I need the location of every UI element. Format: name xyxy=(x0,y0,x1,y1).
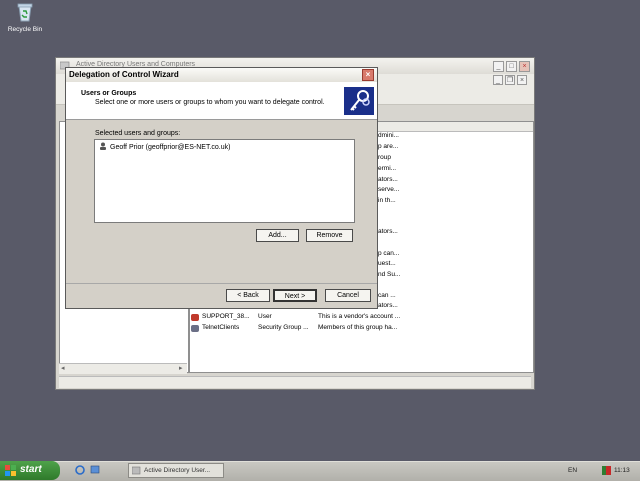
system-tray: EN 11:13 xyxy=(560,462,640,480)
list-fragment: uest... xyxy=(378,260,396,267)
recycle-bin[interactable]: Recycle Bin xyxy=(5,2,45,33)
scroll-left-icon[interactable]: ◂ xyxy=(61,364,65,372)
user-icon xyxy=(99,142,107,150)
windows-logo-icon xyxy=(5,465,16,476)
mdi-minimize-button[interactable]: _ xyxy=(493,75,503,85)
list-rows: SUPPORT_38... User This is a vendor's ac… xyxy=(189,313,409,335)
dialog-title: Delegation of Control Wizard xyxy=(69,70,179,79)
row-type: Security Group ... xyxy=(258,324,309,331)
row-description: This is a vendor's account ... xyxy=(318,313,401,320)
group-icon xyxy=(191,325,199,332)
close-button[interactable]: × xyxy=(519,61,530,72)
wizard-keys-icon xyxy=(344,87,374,115)
list-item-label: Geoff Prior (geoffprior@ES-NET.co.uk) xyxy=(110,144,231,151)
list-fragment: dmini... xyxy=(378,132,399,139)
dialog-close-button[interactable]: × xyxy=(362,69,374,81)
scroll-right-icon[interactable]: ▸ xyxy=(179,364,183,372)
status-bar xyxy=(59,376,531,388)
quicklaunch-ie-icon[interactable] xyxy=(75,465,85,475)
list-fragment: in th... xyxy=(378,197,396,204)
user-icon xyxy=(191,314,199,321)
minimize-button[interactable]: _ xyxy=(493,61,504,72)
back-button[interactable]: < Back xyxy=(226,289,270,302)
delegation-wizard-dialog: Delegation of Control Wizard × Users or … xyxy=(65,67,378,309)
selected-users-list[interactable]: Geoff Prior (geoffprior@ES-NET.co.uk) xyxy=(94,139,355,223)
add-button[interactable]: Add... xyxy=(256,229,299,242)
recycle-bin-label: Recycle Bin xyxy=(7,26,43,33)
quicklaunch-desktop-icon[interactable] xyxy=(90,465,100,475)
list-item[interactable]: Geoff Prior (geoffprior@ES-NET.co.uk) xyxy=(99,142,230,151)
tree-scrollbar[interactable]: ◂ ▸ xyxy=(59,363,187,374)
page-subtitle: Select one or more users or groups to wh… xyxy=(95,99,325,106)
list-fragment: ators... xyxy=(378,176,398,183)
tray-app-icon[interactable] xyxy=(602,466,611,475)
divider xyxy=(66,283,377,284)
remove-button[interactable]: Remove xyxy=(306,229,353,242)
list-fragment: nd Su... xyxy=(378,271,401,278)
selected-list-label: Selected users and groups: xyxy=(95,130,181,137)
task-active-directory[interactable]: Active Directory User... xyxy=(128,463,224,478)
row-name: SUPPORT_38... xyxy=(202,313,250,320)
wizard-banner: Users or Groups Select one or more users… xyxy=(66,82,377,120)
start-label: start xyxy=(20,464,42,475)
list-fragment: p can... xyxy=(378,250,400,257)
row-description: Members of this group ha... xyxy=(318,324,398,331)
start-button[interactable]: start xyxy=(0,461,60,480)
language-indicator[interactable]: EN xyxy=(568,467,577,474)
list-fragment: can ... xyxy=(378,292,396,299)
list-fragment: ermi... xyxy=(378,165,397,172)
page-title: Users or Groups xyxy=(81,90,137,97)
row-name: TelnetClients xyxy=(202,324,240,331)
cancel-button[interactable]: Cancel xyxy=(325,289,371,302)
dialog-titlebar: Delegation of Control Wizard × xyxy=(66,68,377,82)
mdi-close-button[interactable]: × xyxy=(517,75,527,85)
clock: 11:13 xyxy=(614,467,630,474)
ad-task-icon xyxy=(131,466,141,475)
maximize-button[interactable]: □ xyxy=(506,61,517,72)
list-fragment: roup xyxy=(378,154,392,161)
row-type: User xyxy=(258,313,272,320)
list-fragment: serve... xyxy=(378,186,400,193)
list-fragment: ators... xyxy=(378,228,398,235)
task-label: Active Directory User... xyxy=(144,467,211,474)
list-fragment: ators... xyxy=(378,302,398,309)
mdi-restore-button[interactable]: ❐ xyxy=(505,75,515,85)
recycle-bin-icon xyxy=(16,2,34,22)
next-button[interactable]: Next > xyxy=(273,289,317,302)
list-fragment: p are... xyxy=(378,143,399,150)
